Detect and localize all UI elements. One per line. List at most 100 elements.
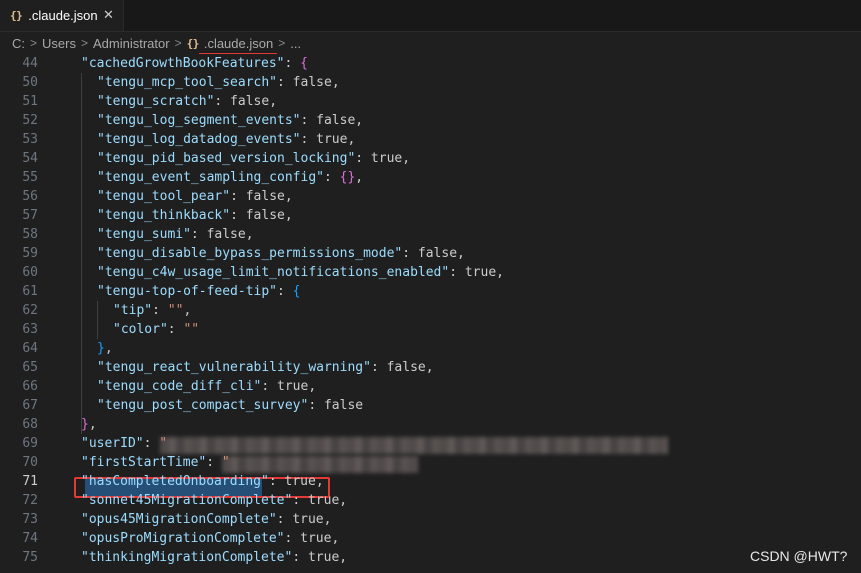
code-text: "tengu_disable_bypass_permissions_mode":…: [97, 246, 465, 261]
code-line[interactable]: 66 "tengu_code_diff_cli": true,: [0, 377, 861, 396]
code-text: "tengu_pid_based_version_locking": true,: [97, 151, 411, 166]
code-line[interactable]: 75 "thinkingMigrationComplete": true,: [0, 548, 861, 567]
chevron-right-icon: >: [30, 36, 38, 50]
code-text: "tengu_c4w_usage_limit_notifications_ena…: [97, 265, 504, 280]
line-number: 70: [22, 455, 38, 470]
code-editor[interactable]: 44 "cachedGrowthBookFeatures": { 50 "tengu_…: [0, 54, 861, 573]
line-number: 68: [22, 417, 38, 432]
line-number: 55: [22, 170, 38, 185]
breadcrumb-item-administrator[interactable]: Administrator: [93, 36, 170, 51]
line-number: 74: [22, 531, 38, 546]
json-braces-icon: {}: [10, 9, 23, 22]
code-line[interactable]: 70 "firstStartTime": ": [0, 453, 861, 472]
line-number: 44: [22, 56, 38, 71]
code-text: "firstStartTime": ": [81, 455, 230, 470]
breadcrumb-item-more[interactable]: ...: [290, 36, 301, 51]
breadcrumb-item-file[interactable]: {} .claude.json: [186, 35, 278, 55]
code-text: },: [81, 417, 97, 432]
tab-claude-json[interactable]: {} .claude.json ✕: [0, 0, 124, 31]
code-text: "opus45MigrationComplete": true,: [81, 512, 332, 527]
line-number: 67: [22, 398, 38, 413]
line-number: 64: [22, 341, 38, 356]
code-text: "hasCompletedOnboarding": true,: [81, 474, 324, 489]
code-text: "tengu_tool_pear": false,: [97, 189, 293, 204]
code-line[interactable]: 61 "tengu-top-of-feed-tip": {: [0, 282, 861, 301]
code-line[interactable]: 57 "tengu_thinkback": false,: [0, 206, 861, 225]
code-line[interactable]: 53 "tengu_log_datadog_events": true,: [0, 130, 861, 149]
line-number: 51: [22, 94, 38, 109]
line-number: 75: [22, 550, 38, 565]
json-braces-icon: {}: [186, 36, 200, 50]
line-number: 59: [22, 246, 38, 261]
breadcrumb: C: > Users > Administrator > {} .claude.…: [0, 32, 861, 55]
close-icon[interactable]: ✕: [103, 8, 114, 22]
code-text: "tengu_thinkback": false,: [97, 208, 293, 223]
code-line[interactable]: 51 "tengu_scratch": false,: [0, 92, 861, 111]
line-number: 54: [22, 151, 38, 166]
code-line[interactable]: 56 "tengu_tool_pear": false,: [0, 187, 861, 206]
line-number: 63: [22, 322, 38, 337]
line-number: 56: [22, 189, 38, 204]
code-text: "tengu_event_sampling_config": {},: [97, 170, 364, 185]
line-number: 61: [22, 284, 38, 299]
code-line[interactable]: 72 "sonnet45MigrationComplete": true,: [0, 491, 861, 510]
code-line[interactable]: 69 "userID": ": [0, 434, 861, 453]
code-line[interactable]: 50 "tengu_mcp_tool_search": false,: [0, 73, 861, 92]
chevron-right-icon: >: [80, 36, 88, 50]
line-number: 65: [22, 360, 38, 375]
line-number: 60: [22, 265, 38, 280]
code-line[interactable]: 60 "tengu_c4w_usage_limit_notifications_e…: [0, 263, 861, 282]
code-line[interactable]: 55 "tengu_event_sampling_config": {},: [0, 168, 861, 187]
breadcrumb-item-users[interactable]: Users: [42, 36, 76, 51]
code-text: "opusProMigrationComplete": true,: [81, 531, 340, 546]
line-number: 58: [22, 227, 38, 242]
line-number: 57: [22, 208, 38, 223]
line-number: 73: [22, 512, 38, 527]
code-line[interactable]: 71 "hasCompletedOnboarding": true,: [0, 472, 861, 491]
line-number: 52: [22, 113, 38, 128]
code-line[interactable]: 74 "opusProMigrationComplete": true,: [0, 529, 861, 548]
code-line[interactable]: 64},: [0, 339, 861, 358]
chevron-right-icon: >: [174, 36, 182, 50]
code-text: "tengu_log_segment_events": false,: [97, 113, 364, 128]
code-text: "tengu-top-of-feed-tip": {: [97, 284, 301, 299]
line-number: 53: [22, 132, 38, 147]
code-text: "cachedGrowthBookFeatures": {: [81, 56, 308, 71]
code-line[interactable]: 58 "tengu_sumi": false,: [0, 225, 861, 244]
code-text: "tengu_sumi": false,: [97, 227, 254, 242]
breadcrumb-file-label: .claude.json: [203, 35, 274, 51]
code-text: "userID": ": [81, 436, 168, 451]
chevron-right-icon: >: [278, 36, 286, 50]
line-number: 62: [22, 303, 38, 318]
code-text: "tengu_post_compact_survey": false: [97, 398, 364, 413]
code-line[interactable]: 62 "tip": "",: [0, 301, 861, 320]
line-number: 50: [22, 75, 38, 90]
code-text: "tengu_react_vulnerability_warning": fal…: [97, 360, 434, 375]
code-line[interactable]: 68},: [0, 415, 861, 434]
watermark: CSDN @HWT?: [750, 548, 848, 564]
code-text: "thinkingMigrationComplete": true,: [81, 550, 348, 565]
code-text: "tengu_code_diff_cli": true,: [97, 379, 317, 394]
code-text: },: [97, 341, 113, 356]
code-text: "sonnet45MigrationComplete": true,: [81, 493, 348, 508]
code-line[interactable]: 67 "tengu_post_compact_survey": false: [0, 396, 861, 415]
line-number: 71: [22, 474, 38, 489]
code-line[interactable]: 59 "tengu_disable_bypass_permissions_mode…: [0, 244, 861, 263]
code-line[interactable]: 44 "cachedGrowthBookFeatures": {: [0, 54, 861, 73]
code-text: "color": "": [113, 322, 200, 337]
editor-tab-bar: {} .claude.json ✕: [0, 0, 861, 32]
line-number: 66: [22, 379, 38, 394]
code-text: "tip": "",: [113, 303, 192, 318]
code-text: "tengu_mcp_tool_search": false,: [97, 75, 340, 90]
code-text: "tengu_log_datadog_events": true,: [97, 132, 356, 147]
code-line[interactable]: 63 "color": "": [0, 320, 861, 339]
code-line[interactable]: 54 "tengu_pid_based_version_locking": tru…: [0, 149, 861, 168]
code-line[interactable]: 52 "tengu_log_segment_events": false,: [0, 111, 861, 130]
code-text: "tengu_scratch": false,: [97, 94, 278, 109]
code-line[interactable]: 65 "tengu_react_vulnerability_warning": f…: [0, 358, 861, 377]
breadcrumb-item-drive[interactable]: C:: [12, 36, 25, 51]
line-number: 72: [22, 493, 38, 508]
code-line[interactable]: 73 "opus45MigrationComplete": true,: [0, 510, 861, 529]
line-number: 69: [22, 436, 38, 451]
tab-label: .claude.json: [28, 8, 98, 23]
